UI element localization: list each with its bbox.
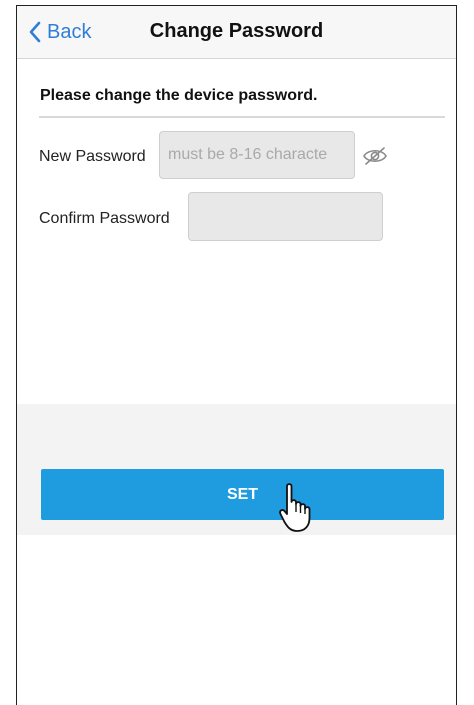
instruction-text: Please change the device password. bbox=[40, 87, 318, 104]
empty-area bbox=[17, 535, 456, 705]
phone-screen: Back Change Password Please change the d… bbox=[16, 5, 457, 705]
confirm-password-input[interactable] bbox=[188, 192, 383, 241]
new-password-input[interactable] bbox=[159, 131, 355, 179]
navigation-bar: Back Change Password bbox=[17, 6, 456, 59]
confirm-password-label: Confirm Password bbox=[39, 210, 170, 227]
new-password-label: New Password bbox=[39, 148, 146, 165]
page-title: Change Password bbox=[149, 20, 324, 42]
eye-slash-icon[interactable] bbox=[362, 146, 388, 166]
divider bbox=[39, 116, 445, 118]
set-button[interactable]: SET bbox=[41, 469, 444, 520]
